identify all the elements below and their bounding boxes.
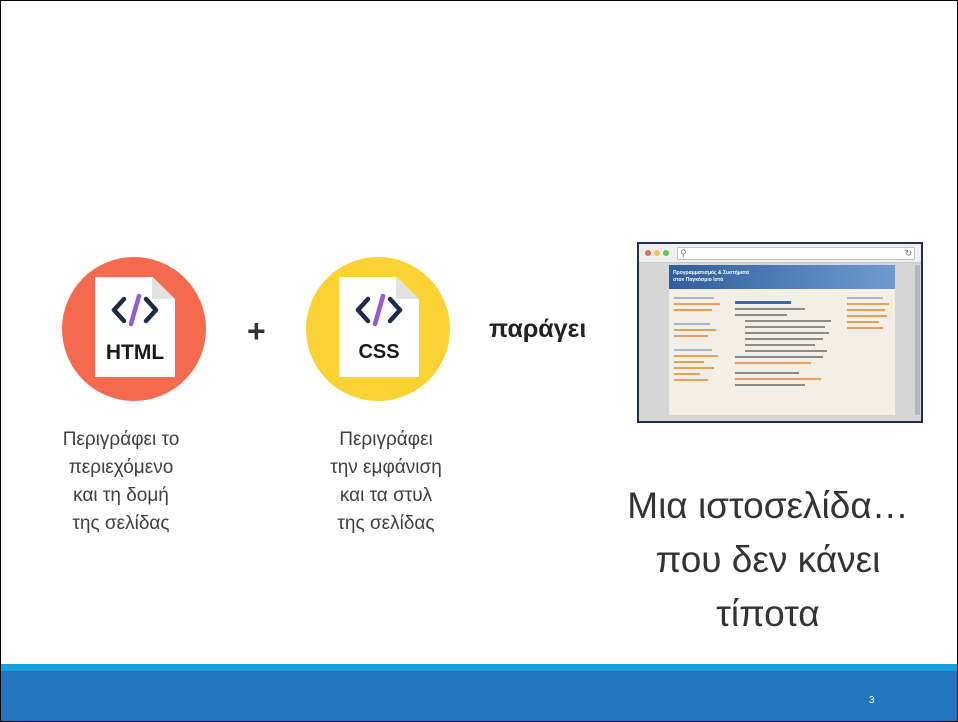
webpage-content: Προγραμματισμός & Συστήματα στον Παγκόσμ… [669,265,895,415]
css-description-line: και τα στυλ [339,485,433,506]
site-subtitle: στον Παγκόσμιο Ιστό [673,277,724,283]
caption-line: Μια ιστοσελίδα… [627,485,909,526]
maximize-dot-icon [663,250,669,256]
site-title: Προγραμματισμός & Συστήματα [673,270,749,276]
html-badge: HTML [62,257,206,401]
css-file-icon: CSS [339,277,419,377]
css-description-line: της σελίδας [337,513,435,534]
html-label: HTML [105,341,165,364]
address-bar: ⚲ ↻ [677,247,915,260]
minimize-dot-icon [654,250,660,256]
css-label: CSS [358,341,400,363]
html-description-line: Περιγράφει το [62,429,180,450]
left-column [672,293,724,385]
html-file-icon: HTML [95,277,175,377]
close-dot-icon [645,250,651,256]
webpage-screenshot: ⚲ ↻ Προγραμματισμός & Συστήματα στον Παγ… [637,242,923,423]
code-icon [355,293,403,327]
reload-icon: ↻ [904,248,912,258]
page-number: 3 [869,695,875,706]
css-description-line: Περιγράφει [339,429,433,450]
right-column [845,293,891,333]
site-header: Προγραμματισμός & Συστήματα στον Παγκόσμ… [669,265,895,289]
html-description: Περιγράφει το περιεχόμενο και τη δομή τη… [36,426,206,538]
caption-line: τίποτα [716,593,820,634]
plus-sign: + [247,313,266,349]
produces-label: παράγει [489,315,587,343]
footer-bar: 3 [1,664,957,721]
slide: HTML + CSS παράγει ⚲ ↻ Προγραμματισμός &… [0,0,958,722]
html-description-line: της σελίδας [72,513,170,534]
code-icon [111,293,159,327]
css-description-line: την εμφάνιση [330,457,442,478]
footer-accent-strip [1,664,957,671]
browser-toolbar: ⚲ ↻ [639,244,921,263]
html-description-line: περιεχόμενο [68,457,174,478]
css-description: Περιγράφει την εμφάνιση και τα στυλ της … [301,426,471,538]
html-description-line: και τη δομή [73,485,169,506]
css-badge: CSS [306,257,450,401]
result-caption: Μια ιστοσελίδα… που δεν κάνει τίποτα [618,479,918,641]
search-icon: ⚲ [680,248,687,258]
caption-line: που δεν κάνει [655,539,881,580]
main-column [733,293,833,390]
page-scrollbar [915,265,920,415]
